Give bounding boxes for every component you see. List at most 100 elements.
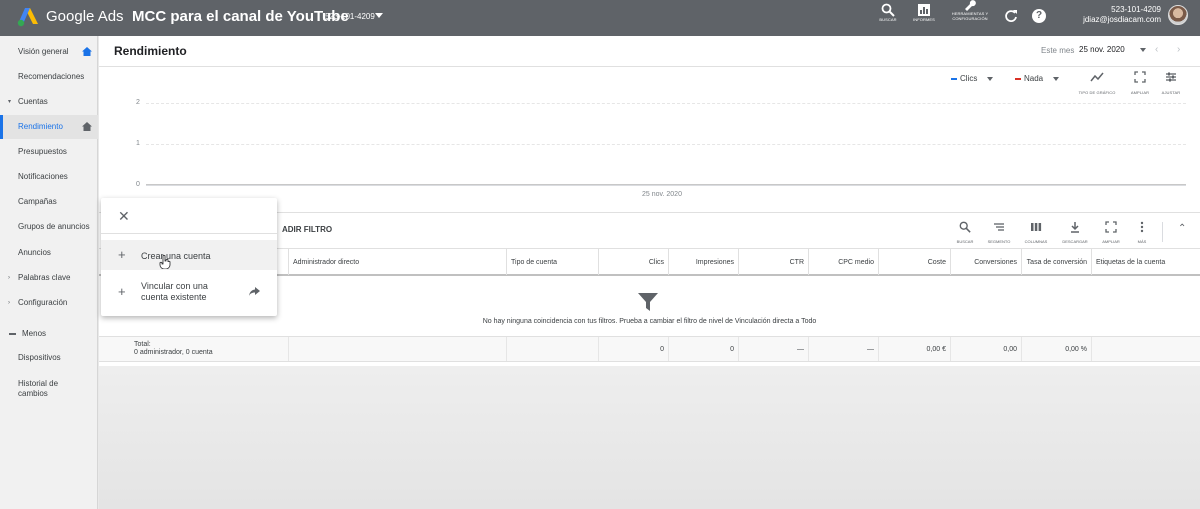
search-tool-button[interactable]: BUSCAR <box>868 3 908 22</box>
sidebar-item-label: Anuncios <box>18 248 51 257</box>
segment-icon <box>994 223 1004 231</box>
metric-label: Nada <box>1024 74 1044 83</box>
column-header[interactable]: Coste <box>879 249 951 275</box>
table-search-button[interactable]: BUSCAR <box>950 220 980 244</box>
sidebar-item-historial[interactable]: Historial de cambios <box>0 377 80 401</box>
column-header[interactable]: Impresiones <box>669 249 739 275</box>
plus-icon: + <box>118 284 126 299</box>
metric-selector-2[interactable]: Nada <box>1015 74 1060 83</box>
total-label: Total: <box>134 341 151 348</box>
tools-settings-button[interactable]: HERRAMIENTAS Y CONFIGURACIÓN <box>948 0 992 21</box>
sidebar-item-label: Historial de cambios <box>18 379 59 398</box>
sidebar-item-notificaciones[interactable]: Notificaciones <box>0 165 98 189</box>
total-label-group: Total: 0 administrador, 0 cuenta <box>134 341 213 357</box>
collapse-chevron-icon[interactable]: ⌃ <box>1178 223 1186 234</box>
help-icon[interactable]: ? <box>1032 9 1046 23</box>
home-icon <box>82 47 92 56</box>
chevron-right-icon[interactable]: › <box>1177 44 1180 55</box>
download-icon <box>1071 222 1079 233</box>
metric-selector-1[interactable]: Clics <box>951 74 994 83</box>
divider <box>99 66 1200 67</box>
chevron-left-icon[interactable]: ‹ <box>1155 44 1158 55</box>
sidebar-item-menos[interactable]: Menos <box>0 322 98 346</box>
sidebar-item-presupuestos[interactable]: Presupuestos <box>0 140 98 164</box>
sidebar-item-cuentas[interactable]: ▾ Cuentas <box>0 90 98 114</box>
table-expand-button[interactable]: AMPLIAR <box>1096 220 1126 244</box>
total-impressions: 0 <box>669 337 739 361</box>
sidebar-item-label: Recomendaciones <box>18 72 85 81</box>
create-account-option[interactable]: + Crear una cuenta <box>101 240 277 270</box>
user-account-info[interactable]: 523-101-4209 jdiaz@josdiacam.com <box>1083 5 1161 25</box>
user-email: jdiaz@josdiacam.com <box>1083 15 1161 24</box>
columns-icon <box>1031 223 1042 231</box>
sidebar-item-label: Notificaciones <box>18 172 68 181</box>
link-account-label: Vincular con una cuenta existente <box>141 281 208 302</box>
divider <box>101 233 277 234</box>
reports-tool-button[interactable]: INFORMES <box>904 3 944 22</box>
sidebar-item-palabras-clave[interactable]: › Palabras clave <box>0 266 98 290</box>
column-header[interactable]: Tasa de conversión <box>1022 249 1092 275</box>
more-icon <box>1140 221 1144 233</box>
plus-icon: + <box>118 247 126 262</box>
home-icon <box>82 122 92 131</box>
sidebar-item-label: Palabras clave <box>18 273 71 282</box>
column-header[interactable]: Conversiones <box>951 249 1022 275</box>
tools-settings-label: HERRAMIENTAS Y CONFIGURACIÓN <box>951 11 989 21</box>
sidebar-item-rendimiento[interactable]: Rendimiento <box>0 115 98 139</box>
date-range-label: Este mes <box>1041 46 1075 55</box>
sidebar-item-configuracion[interactable]: › Configuración <box>0 291 98 315</box>
metric-label: Clics <box>960 74 978 83</box>
columns-label: COLUMNAS <box>1024 239 1048 244</box>
sidebar-item-label: Rendimiento <box>18 122 63 131</box>
sidebar-item-recomendaciones[interactable]: Recomendaciones <box>0 65 98 89</box>
column-header[interactable]: CTR <box>739 249 809 275</box>
empty-background <box>99 366 1200 509</box>
chart-adjust-button[interactable]: AJUSTAR <box>1151 70 1191 95</box>
user-customer-id: 523-101-4209 <box>1111 5 1161 14</box>
chart-type-button[interactable]: TIPO DE GRÁFICO <box>1077 70 1117 95</box>
link-existing-account-option[interactable]: + Vincular con una cuenta existente <box>101 274 277 310</box>
reports-tool-label: INFORMES <box>913 17 935 22</box>
google-ads-logo[interactable] <box>17 7 39 27</box>
chart-y-tick-label: 1 <box>136 140 140 147</box>
sidebar-item-dispositivos[interactable]: Dispositivos <box>0 346 98 370</box>
hand-cursor-icon <box>159 255 171 269</box>
avatar[interactable] <box>1168 5 1188 25</box>
column-header[interactable]: CPC medio <box>809 249 879 275</box>
expand-caret-icon: ▾ <box>8 99 12 105</box>
empty-state-message: No hay ninguna coincidencia con tus filt… <box>482 318 817 325</box>
sidebar: Visión general Recomendaciones ▾ Cuentas… <box>0 36 98 509</box>
sidebar-item-anuncios[interactable]: Anuncios <box>0 241 98 265</box>
page-title: Rendimiento <box>114 44 187 58</box>
column-header[interactable]: Administrador directo <box>289 249 507 275</box>
close-icon[interactable]: ✕ <box>118 208 130 225</box>
chart-type-label: TIPO DE GRÁFICO <box>1078 90 1116 95</box>
adjust-icon <box>1166 72 1176 82</box>
date-range-value[interactable]: 25 nov. 2020 <box>1079 45 1125 54</box>
segment-button[interactable]: SEGMENTO <box>984 220 1014 244</box>
download-button[interactable]: DESCARGAR <box>1060 220 1090 244</box>
table-total-row: Total: 0 administrador, 0 cuenta 0 0 — —… <box>99 336 1200 362</box>
account-id[interactable]: 523-101-4209 <box>325 12 375 21</box>
add-filter-button[interactable]: ADIR FILTRO <box>282 225 332 234</box>
account-dropdown-icon[interactable] <box>375 13 383 18</box>
table-expand-label: AMPLIAR <box>1102 239 1120 244</box>
column-header[interactable]: Tipo de cuenta <box>507 249 599 275</box>
wrench-icon <box>965 0 976 11</box>
column-header[interactable]: Etiquetas de la cuenta <box>1092 249 1200 275</box>
chart-series-line <box>146 184 1186 185</box>
sidebar-item-vision-general[interactable]: Visión general <box>0 40 98 64</box>
more-button[interactable]: MÁS <box>1127 220 1157 244</box>
column-header[interactable]: Clics <box>599 249 669 275</box>
account-title[interactable]: MCC para el canal de YouTube <box>132 8 349 25</box>
sidebar-item-campanas[interactable]: Campañas <box>0 190 98 214</box>
search-tool-label: BUSCAR <box>879 17 897 22</box>
refresh-icon[interactable] <box>1004 9 1018 23</box>
columns-button[interactable]: COLUMNAS <box>1021 220 1051 244</box>
search-icon <box>959 221 971 233</box>
sidebar-item-label: Campañas <box>18 197 57 206</box>
sidebar-item-grupos-de-anuncios[interactable]: Grupos de anuncios <box>0 215 98 239</box>
total-cost: 0,00 € <box>879 337 951 361</box>
date-dropdown-icon[interactable] <box>1140 48 1146 52</box>
reports-icon <box>918 4 930 16</box>
